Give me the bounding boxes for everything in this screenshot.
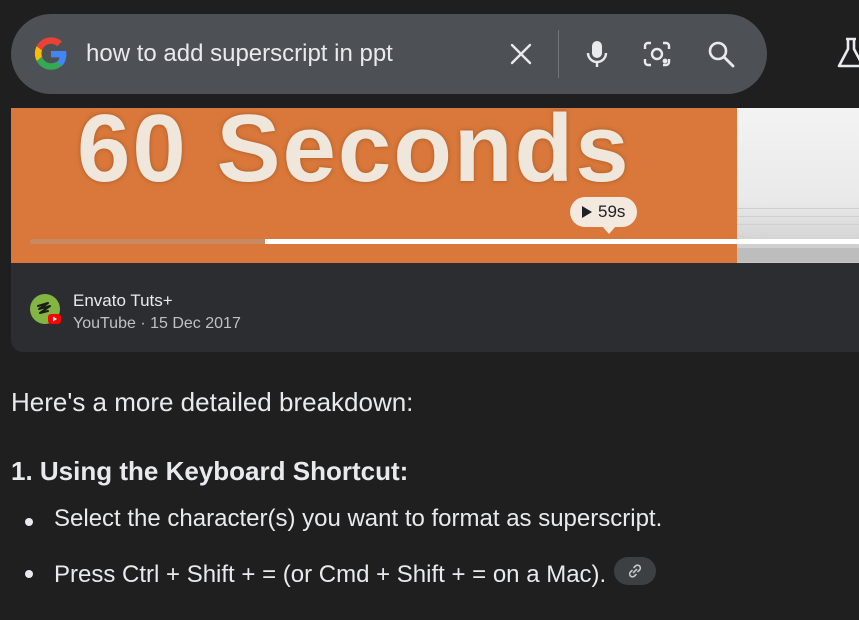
thumbnail-title-text: 60 Seconds: [77, 108, 631, 202]
video-result-card[interactable]: 60 Seconds 59s Envato Tuts+ YouTube · 15…: [11, 108, 859, 352]
search-labs-button[interactable]: [836, 36, 859, 72]
bullet-dot: [25, 570, 33, 578]
close-icon: [510, 43, 532, 65]
video-platform: YouTube: [73, 315, 136, 332]
video-date: 15 Dec 2017: [150, 315, 241, 332]
channel-name[interactable]: Envato Tuts+: [73, 291, 173, 311]
search-button[interactable]: [703, 36, 739, 72]
search-divider: [558, 30, 559, 78]
search-icon: [708, 41, 735, 68]
search-bar[interactable]: how to add superscript in ppt: [11, 14, 767, 94]
list-item-text: Press Ctrl + Shift + = (or Cmd + Shift +…: [54, 561, 607, 588]
source-link-button[interactable]: [614, 557, 657, 585]
answer-intro: Here's a more detailed breakdown:: [11, 387, 414, 417]
video-meta: YouTube · 15 Dec 2017: [73, 315, 241, 333]
labs-flask-icon: [837, 37, 859, 68]
list-item-text: Select the character(s) you want to form…: [54, 505, 663, 532]
video-duration: 59s: [598, 202, 626, 221]
play-icon: [582, 206, 592, 218]
video-progress-remaining: [265, 239, 859, 244]
section-heading: 1. Using the Keyboard Shortcut:: [11, 456, 409, 486]
video-duration-badge: 59s: [570, 197, 638, 234]
google-g-logo: [34, 37, 67, 70]
clear-search-button[interactable]: [503, 36, 539, 72]
image-search-button[interactable]: [639, 36, 675, 72]
video-thumbnail[interactable]: 60 Seconds 59s: [11, 108, 859, 263]
bullet-dot: [25, 518, 33, 526]
search-input[interactable]: how to add superscript in ppt: [86, 40, 393, 68]
link-icon: [629, 564, 642, 578]
mic-icon: [586, 41, 608, 67]
channel-avatar: [30, 294, 61, 324]
meta-separator: ·: [140, 315, 146, 332]
voice-search-button[interactable]: [579, 36, 615, 72]
camera-lens-icon: [643, 41, 671, 67]
